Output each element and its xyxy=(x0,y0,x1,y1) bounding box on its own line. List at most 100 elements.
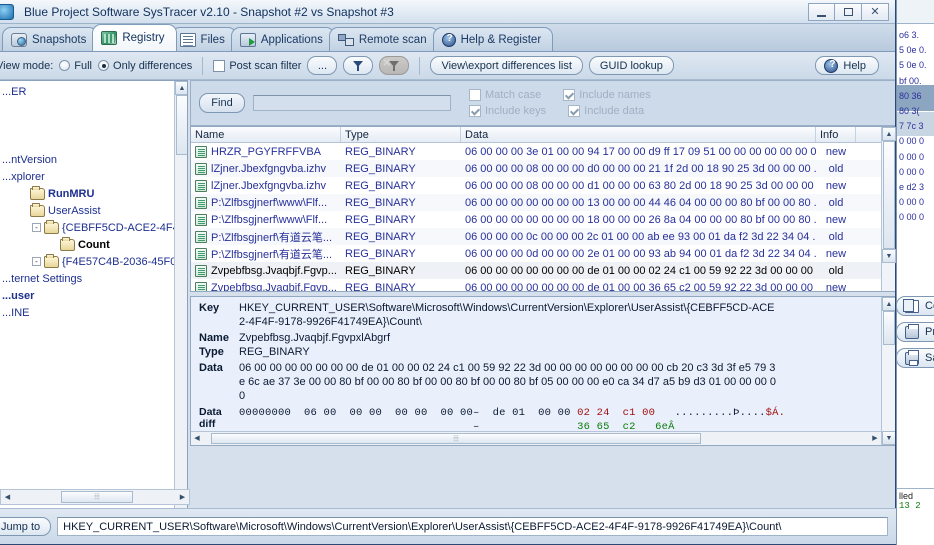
table-scroll-up-arrow[interactable]: ▲ xyxy=(882,127,896,141)
registry-path-field[interactable]: HKEY_CURRENT_USER\Software\Microsoft\Win… xyxy=(57,517,888,536)
tree-node[interactable]: ...INE xyxy=(0,304,187,321)
tree-node[interactable] xyxy=(0,117,187,134)
right-pane: Find Match case Include names Include ke… xyxy=(190,80,934,512)
cell-info: new xyxy=(816,180,856,192)
tab-registry[interactable]: Registry xyxy=(92,24,177,51)
radio-only-differences[interactable]: Only differences xyxy=(98,60,192,72)
include-keys-option[interactable]: Include keys xyxy=(469,105,546,117)
tree-hscroll-thumb[interactable]: ⦙⦙⦙ xyxy=(61,491,133,503)
tree-node[interactable]: ...xplorer xyxy=(0,168,187,185)
column-header-name[interactable]: Name xyxy=(191,127,341,142)
print-button[interactable]: Print xyxy=(896,322,934,342)
find-input[interactable] xyxy=(253,95,451,111)
tree-hscroll-left-arrow[interactable]: ◀ xyxy=(1,490,14,504)
find-button[interactable]: Find xyxy=(199,93,245,113)
detail-horizontal-scrollbar[interactable]: ◀ ▶ ⦙⦙⦙ xyxy=(191,431,881,445)
table-row[interactable]: lZjner.Jbexfgngvba.izhv REG_BINARY 06 00 0… xyxy=(191,160,895,177)
detail-data-row: Data 06 00 00 00 00 00 00 00 de 01 00 00… xyxy=(191,361,895,403)
post-scan-filter-label: Post scan filter xyxy=(229,59,302,72)
tab-files[interactable]: Files xyxy=(170,27,237,51)
tab-applications[interactable]: Applications xyxy=(230,27,335,51)
include-keys-checkbox[interactable] xyxy=(469,105,481,117)
include-names-checkbox[interactable] xyxy=(563,89,576,101)
help-button[interactable]: Help xyxy=(815,56,879,75)
apply-filter-button[interactable] xyxy=(343,56,374,75)
table-row[interactable]: lZjner.Jbexfgngvba.izhv REG_BINARY 06 00 0… xyxy=(191,177,895,194)
tab-snapshots[interactable]: Snapshots xyxy=(2,27,99,51)
registry-tree-items[interactable]: ...ER ...ntVersion ...xplorer RunMRU UserAss… xyxy=(0,81,187,321)
table-body[interactable]: HRZR_PGYFRFFVBA REG_BINARY 06 00 00 00 3e … xyxy=(191,143,895,291)
include-data-checkbox[interactable] xyxy=(568,105,581,117)
tree-expander-icon[interactable]: - xyxy=(32,223,41,232)
tree-node[interactable]: ...user xyxy=(0,287,187,304)
tree-node[interactable]: Count xyxy=(0,236,187,253)
table-vertical-scrollbar[interactable]: ▲ ▼ xyxy=(881,127,896,291)
cell-name: Zvpebfbsg.Jvaqbjf.Fgvp... xyxy=(191,264,341,277)
radio-full-control[interactable] xyxy=(59,60,71,71)
table-row[interactable]: P:\Zlfbsgjnerf\www\Flf... REG_BINARY 06 00… xyxy=(191,211,895,228)
filter-ellipsis-button[interactable]: ... xyxy=(307,56,338,75)
tree-node[interactable] xyxy=(0,134,187,151)
match-case-option[interactable]: Match case xyxy=(469,89,541,101)
tree-node[interactable]: - {CEBFF5CD-ACE2-4F4F-9178-99... xyxy=(0,219,187,236)
view-toolbar: View mode: Full Only differences Post sc… xyxy=(0,52,895,80)
table-row[interactable]: HRZR_PGYFRFFVBA REG_BINARY 06 00 00 00 3e … xyxy=(191,143,895,160)
post-scan-filter-checkbox[interactable]: Post scan filter xyxy=(213,59,302,72)
tree-node[interactable]: UserAssist xyxy=(0,202,187,219)
detail-hscroll-thumb[interactable]: ⦙⦙⦙ xyxy=(211,433,701,444)
guid-lookup-button[interactable]: GUID lookup xyxy=(588,56,674,75)
tree-node[interactable]: RunMRU xyxy=(0,185,187,202)
detail-vertical-scrollbar[interactable]: ▲ ▼ xyxy=(881,297,895,445)
detail-scroll-up-arrow[interactable]: ▲ xyxy=(882,297,895,311)
tree-horizontal-scrollbar[interactable]: ◀ ▶ ⦙⦙⦙ xyxy=(0,489,190,505)
tree-hscroll-right-arrow[interactable]: ▶ xyxy=(176,490,189,504)
match-case-checkbox[interactable] xyxy=(469,89,481,101)
post-scan-filter-control[interactable] xyxy=(213,59,226,72)
radio-full[interactable]: Full xyxy=(59,60,92,72)
column-header-data[interactable]: Data xyxy=(461,127,816,142)
table-row[interactable]: P:\Zlfbsgjnerf\www\Flf... REG_BINARY 06 00… xyxy=(191,194,895,211)
table-row[interactable]: P:\Zlfbsgjnerf\有道云笔... REG_BINARY 06 00 00… xyxy=(191,245,895,262)
table-scroll-thumb[interactable] xyxy=(883,141,895,249)
cell-type-text: REG_BINARY xyxy=(345,281,416,292)
tree-node[interactable]: ...ternet Settings xyxy=(0,270,187,287)
radio-only-differences-control[interactable] xyxy=(98,60,110,71)
cell-data-text: 06 00 00 00 08 00 00 00 d1 00 00 00 63 8… xyxy=(465,179,816,192)
tree-scroll-up-arrow[interactable]: ▲ xyxy=(175,81,187,95)
detail-scroll-left-arrow[interactable]: ◀ xyxy=(191,432,203,444)
tree-expander-icon[interactable]: - xyxy=(32,257,41,266)
close-button[interactable]: ✕ xyxy=(862,3,889,21)
table-row[interactable]: P:\Zlfbsgjnerf\有道云笔... REG_BINARY 06 00 00… xyxy=(191,228,895,245)
jump-to-button[interactable]: Jump to xyxy=(0,517,52,536)
tree-node[interactable]: ...ER xyxy=(0,83,187,100)
detail-scroll-down-arrow[interactable]: ▼ xyxy=(882,431,895,445)
tree-vertical-scrollbar[interactable]: ▲ xyxy=(174,81,187,511)
tab-remote-scan[interactable]: Remote scan xyxy=(328,27,439,51)
tree-node[interactable] xyxy=(0,100,187,117)
cell-info-text: old xyxy=(828,264,844,277)
tree-node-label: {F4E57C4B-2036-45F0-A9AB-44... xyxy=(62,255,187,268)
minimize-button[interactable] xyxy=(808,3,835,21)
tree-scroll-thumb[interactable] xyxy=(176,95,187,155)
include-names-option[interactable]: Include names xyxy=(563,89,651,101)
tree-node[interactable]: ...ntVersion xyxy=(0,151,187,168)
tab-help-register[interactable]: Help & Register xyxy=(432,27,554,51)
registry-tree[interactable]: ...ER ...ntVersion ...xplorer RunMRU UserAss… xyxy=(0,80,188,512)
table-header[interactable]: Name Type Data Info xyxy=(191,127,895,143)
detail-scroll-thumb[interactable] xyxy=(883,311,895,345)
table-row[interactable]: Zvpebfbsg.Jvaqbjf.Fgvp... REG_BINARY 06 00… xyxy=(191,262,895,279)
table-row[interactable]: Zvpebfbsg.Jvaqbjf.Fgvp... REG_BINARY 06 00… xyxy=(191,279,895,291)
view-export-differences-button[interactable]: View\export differences list xyxy=(430,56,583,75)
include-data-option[interactable]: Include data xyxy=(568,105,644,117)
column-header-info[interactable]: Info xyxy=(816,127,856,142)
detail-scroll-right-arrow[interactable]: ▶ xyxy=(869,432,881,444)
background-window[interactable]: o6 3. 5 0e 0. 5 0e 0. bf 00. 80 36 80 3(7 7c … xyxy=(896,0,934,545)
main-tabs[interactable]: Snapshots Registry Files Applications Remote… xyxy=(0,24,895,52)
tree-node[interactable]: - {F4E57C4B-2036-45F0-A9AB-44... xyxy=(0,253,187,270)
registry-values-table[interactable]: Name Type Data Info HRZR_PGYFRFFVBA REG_BINA… xyxy=(190,126,896,292)
save-as-button[interactable]: Save as xyxy=(896,348,934,368)
restore-button[interactable] xyxy=(835,3,862,21)
column-header-type[interactable]: Type xyxy=(341,127,461,142)
copy-button[interactable]: Copy xyxy=(896,296,934,316)
table-scroll-down-arrow[interactable]: ▼ xyxy=(882,249,896,263)
